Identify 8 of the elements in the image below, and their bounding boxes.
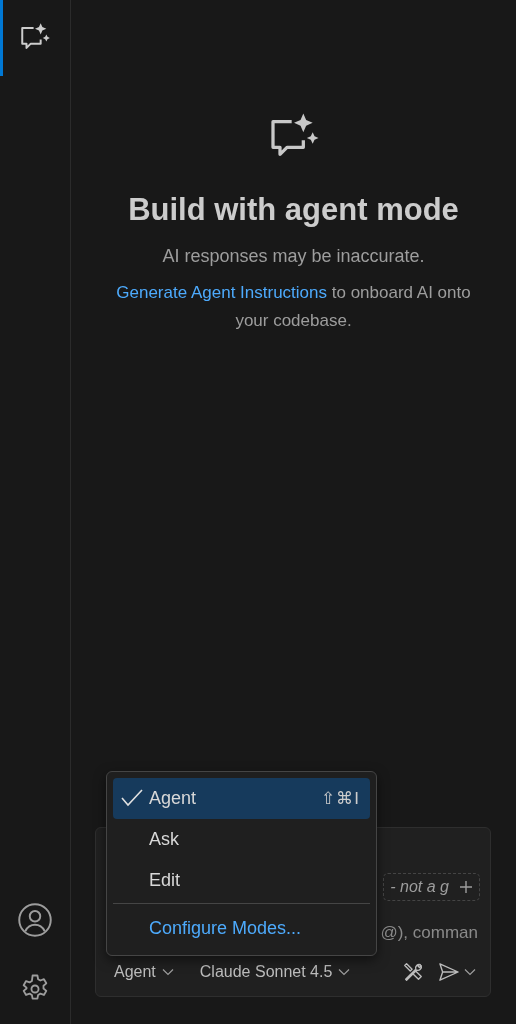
- mode-label: Ask: [149, 829, 180, 850]
- mode-label: Edit: [149, 870, 182, 891]
- welcome-title: Build with agent mode: [128, 192, 459, 228]
- mode-label: Agent: [149, 788, 198, 809]
- onboard-text: Generate Agent Instructions to onboard AI onto your codebase.: [115, 282, 472, 332]
- keyboard-shortcut: ⇧⌘I: [321, 788, 360, 809]
- input-placeholder: @), comman: [380, 923, 478, 943]
- disclaimer-text: AI responses may be inaccurate.: [162, 246, 425, 267]
